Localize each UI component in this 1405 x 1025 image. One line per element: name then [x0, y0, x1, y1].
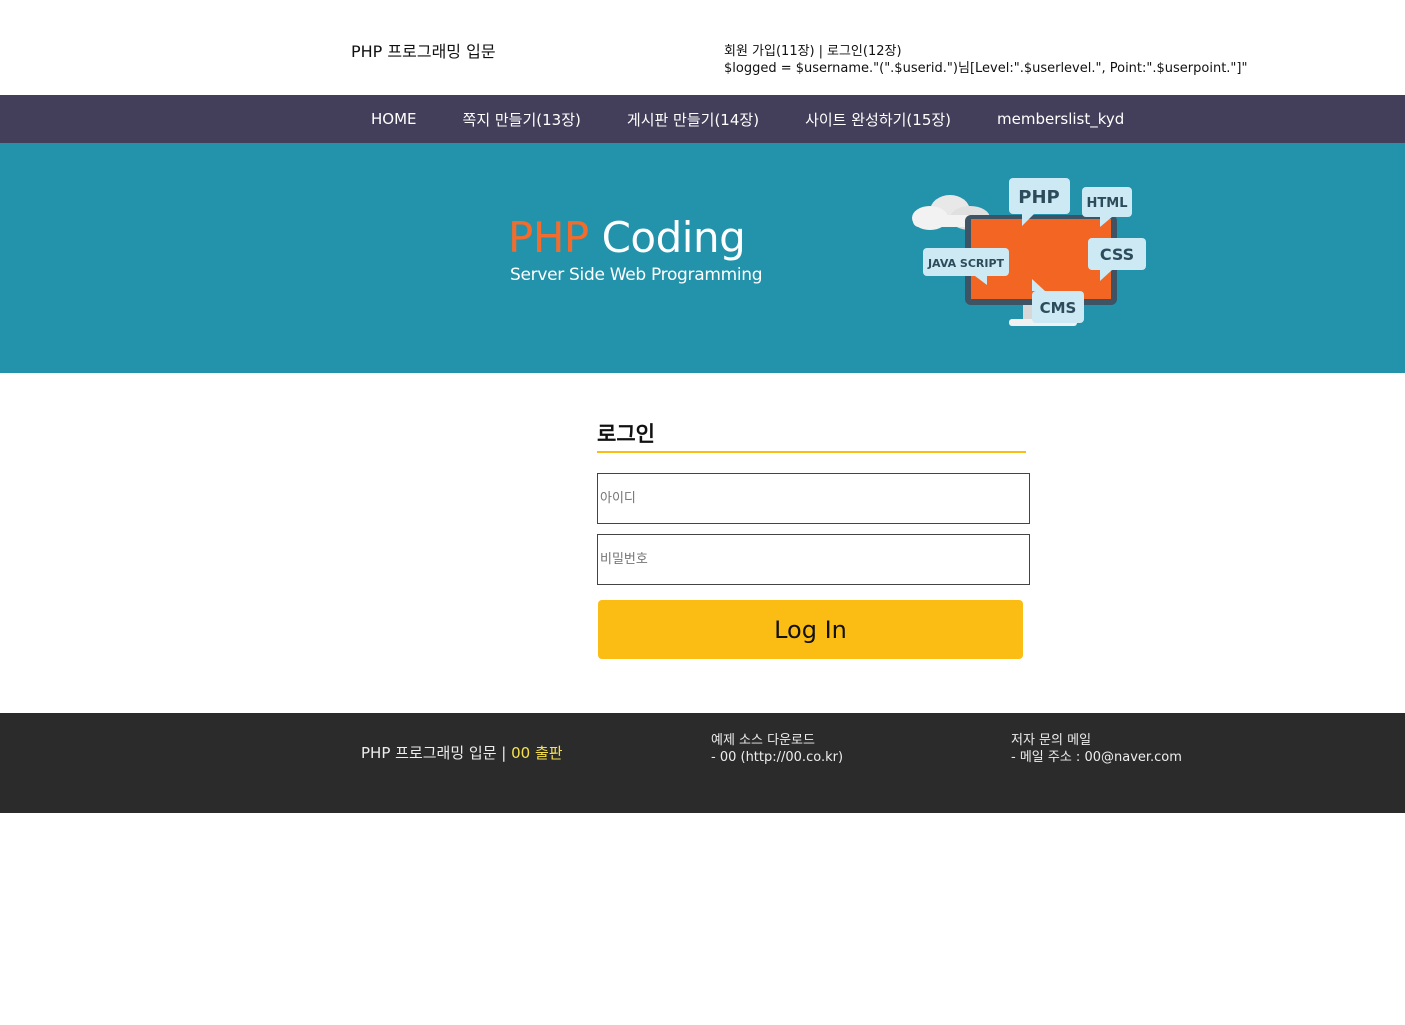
footer-mail-title: 저자 문의 메일	[1011, 733, 1092, 748]
top-links: 회원 가입(11장) | 로그인(12장) $logged = $username.…	[724, 43, 1247, 77]
password-input[interactable]	[597, 534, 1030, 585]
main-banner: PHP Coding Server Side Web Programming P…	[0, 143, 1405, 373]
banner-title-php: PHP	[508, 213, 589, 262]
footer-download-title: 예제 소스 다운로드	[711, 733, 815, 748]
login-link[interactable]: 로그인(12장)	[827, 44, 902, 59]
banner-title: PHP Coding	[508, 213, 746, 262]
menu-item-message[interactable]: 쪽지 만들기(13장)	[440, 109, 604, 130]
footer-brand: PHP 프로그래밍 입문 | 00 출판	[361, 742, 563, 763]
footer-download-link[interactable]: - 00 (http://00.co.kr)	[711, 749, 843, 766]
menu-item-site[interactable]: 사이트 완성하기(15장)	[782, 109, 974, 130]
banner-title-coding: Coding	[588, 213, 746, 262]
bubble-php-text: PHP	[1018, 187, 1059, 208]
banner-monitor-illustration: PHP HTML CSS JAVA SCRIPT CMS	[912, 178, 1146, 326]
footer-mail-address[interactable]: - 메일 주소 : 00@naver.com	[1011, 749, 1182, 766]
footer: PHP 프로그래밍 입문 | 00 출판 예제 소스 다운로드 - 00 (ht…	[0, 713, 1405, 813]
footer-brand-title: PHP 프로그래밍 입문	[361, 744, 502, 762]
login-button[interactable]: Log In	[598, 600, 1023, 659]
banner-subtitle: Server Side Web Programming	[510, 265, 763, 285]
footer-mail: 저자 문의 메일 - 메일 주소 : 00@naver.com	[1011, 732, 1182, 766]
login-title: 로그인	[597, 418, 1026, 453]
bubble-js-text: JAVA SCRIPT	[927, 257, 1005, 270]
join-link[interactable]: 회원 가입(11장)	[724, 44, 815, 59]
login-form: 로그인 Log In	[597, 418, 1030, 659]
user-id-input[interactable]	[597, 473, 1030, 524]
bubble-html-text: HTML	[1087, 196, 1128, 211]
site-title[interactable]: PHP 프로그래밍 입문	[351, 38, 496, 62]
bubble-cms-text: CMS	[1040, 299, 1077, 317]
footer-download: 예제 소스 다운로드 - 00 (http://00.co.kr)	[711, 732, 843, 766]
bubble-css-text: CSS	[1100, 245, 1134, 264]
menu-item-board[interactable]: 게시판 만들기(14장)	[604, 109, 782, 130]
menu-item-home[interactable]: HOME	[348, 110, 440, 128]
logged-status-text: $logged = $username."(".$userid.")님[Leve…	[724, 61, 1248, 76]
menu-item-memberslist[interactable]: memberslist_kyd	[974, 110, 1147, 128]
main-menu: HOME 쪽지 만들기(13장) 게시판 만들기(14장) 사이트 완성하기(1…	[0, 95, 1405, 143]
footer-publisher: 00 출판	[506, 744, 563, 762]
link-separator: |	[818, 44, 824, 59]
top-header: PHP 프로그래밍 입문 회원 가입(11장) | 로그인(12장) $logged…	[0, 0, 1405, 95]
